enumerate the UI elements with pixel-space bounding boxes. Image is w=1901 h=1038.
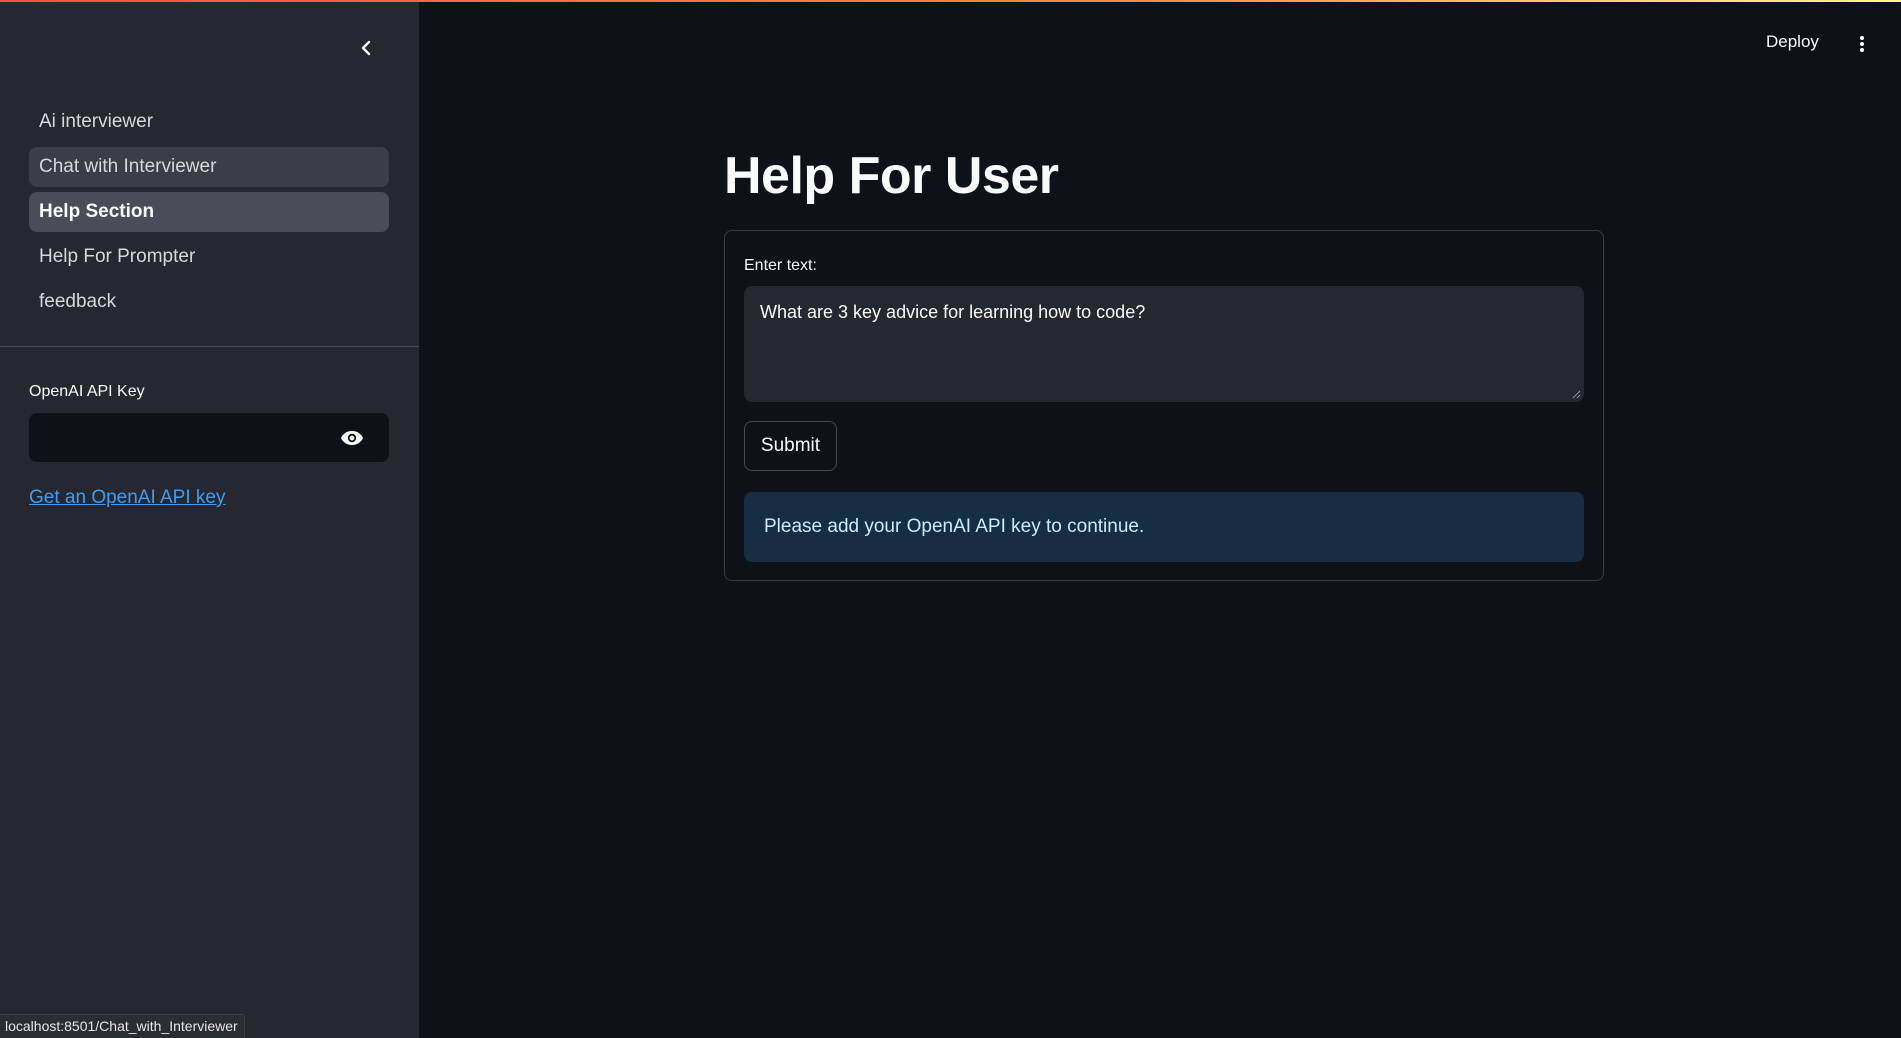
api-key-input[interactable] (29, 413, 329, 462)
api-key-field (29, 413, 389, 462)
sidebar-item-chat-with-interviewer[interactable]: Chat with Interviewer (29, 147, 389, 187)
resize-handle-icon[interactable] (1572, 390, 1581, 399)
chevron-left-icon (361, 40, 371, 56)
deploy-button[interactable]: Deploy (1766, 32, 1819, 52)
sidebar-item-ai-interviewer[interactable]: Ai interviewer (29, 102, 389, 142)
api-key-label: OpenAI API Key (29, 383, 145, 400)
question-textarea[interactable]: What are 3 key advice for learning how t… (744, 286, 1584, 402)
top-decoration-bar (0, 0, 1901, 2)
text-input-label: Enter text: (744, 257, 817, 274)
text-area-container: What are 3 key advice for learning how t… (744, 286, 1584, 402)
sidebar-item-feedback[interactable]: feedback (29, 282, 389, 322)
sidebar-item-label: Help Section (39, 201, 155, 222)
sidebar-item-label: Help For Prompter (39, 246, 196, 267)
sidebar-item-label: Ai interviewer (39, 111, 154, 132)
status-bar-url: localhost:8501/Chat_with_Interviewer (0, 1014, 245, 1038)
page-title: Help For User (724, 147, 1059, 205)
sidebar-item-label: Chat with Interviewer (39, 156, 217, 177)
collapse-sidebar-button[interactable] (352, 34, 380, 62)
sidebar: Ai interviewer Chat with Interviewer Hel… (0, 0, 419, 1038)
main-menu-button[interactable] (1851, 30, 1873, 58)
info-alert-message: Please add your OpenAI API key to contin… (764, 516, 1145, 537)
sidebar-item-label: feedback (39, 291, 117, 312)
sidebar-divider (0, 346, 419, 347)
more-vertical-icon (1860, 36, 1864, 52)
info-alert: Please add your OpenAI API key to contin… (744, 492, 1584, 562)
sidebar-item-help-for-prompter[interactable]: Help For Prompter (29, 237, 389, 277)
toggle-password-visibility-button[interactable] (339, 426, 365, 450)
submit-button[interactable]: Submit (744, 421, 837, 471)
help-form: Enter text: What are 3 key advice for le… (724, 230, 1604, 581)
sidebar-item-help-section[interactable]: Help Section (29, 192, 389, 232)
eye-icon (341, 431, 363, 445)
sidebar-nav: Ai interviewer Chat with Interviewer Hel… (29, 102, 389, 327)
get-api-key-link[interactable]: Get an OpenAI API key (29, 487, 225, 509)
